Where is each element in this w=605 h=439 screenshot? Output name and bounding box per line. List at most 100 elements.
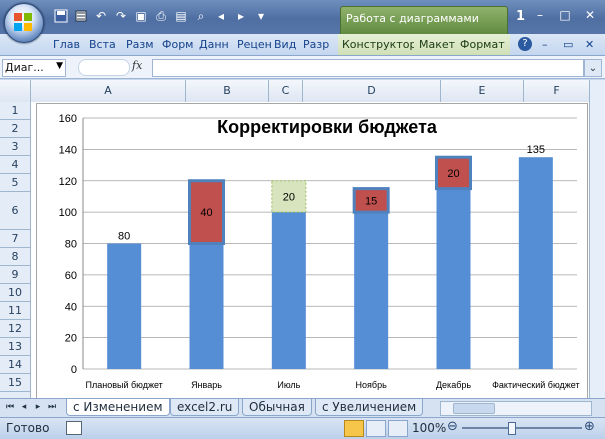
status-bar: Готово 100% ⊖ ⊕ [0,417,605,439]
bar [518,157,553,369]
tab-format[interactable]: Формат [460,34,508,55]
horizontal-scrollbar[interactable] [440,401,592,416]
tab-developer[interactable]: Разр [303,34,335,55]
row-header[interactable]: 14 [0,356,30,374]
bar [107,243,142,369]
restore-button[interactable]: □ [553,6,577,24]
print-icon[interactable]: ⎙ [152,7,170,25]
row-header[interactable]: 9 [0,266,30,284]
x-tick-label: Фактический бюджет [492,380,580,390]
tab-review[interactable]: Рецен [237,34,271,55]
bar [189,243,224,369]
forward-icon[interactable]: ▸ [232,7,250,25]
normal-view-icon[interactable] [344,420,364,437]
y-tick-label: 160 [59,113,77,125]
formula-controls: fx [70,59,150,76]
close-button[interactable]: ✕ [578,6,602,24]
chart-area[interactable]: 0 20 40 60 80 100 120 140 160 Корректировки бюдже… [36,103,588,399]
minimize-button[interactable]: – [528,6,552,24]
qat-more-icon[interactable]: ▾ [252,7,270,25]
zoom-slider-thumb[interactable] [508,422,516,435]
tab-layout[interactable]: Разм [126,34,158,55]
prev-sheet-icon[interactable]: ◂ [18,400,30,414]
quick-style-icon[interactable] [72,7,90,25]
formula-input[interactable] [152,59,584,77]
chart-title: Корректировки бюджета [217,117,438,137]
column-header-f[interactable]: F [524,80,589,102]
tab-chart-layout[interactable]: Макет [419,34,455,55]
row-header[interactable]: 2 [0,120,30,138]
ribbon-close-icon[interactable]: ✕ [585,34,594,55]
sheet-tab[interactable]: с Увеличением [315,399,424,416]
tab-formulas[interactable]: Форм [162,34,194,55]
data-label: 20 [447,168,459,180]
zoom-out-icon[interactable]: ⊖ [447,419,458,434]
y-tick-label: 140 [59,144,77,156]
help-icon[interactable]: ? [518,37,532,51]
column-header-b[interactable]: B [186,80,269,102]
window-number: 1 [516,9,526,24]
name-box[interactable]: Диаг... ▼ [2,59,66,77]
column-header-c[interactable]: C [269,80,303,102]
x-tick-label: Плановый бюджет [86,380,163,390]
y-tick-label: 40 [65,301,77,313]
row-header[interactable]: 3 [0,138,30,156]
row-header[interactable]: 1 [0,102,30,120]
tab-view[interactable]: Вид [274,34,298,55]
row-header[interactable]: 5 [0,174,30,192]
preview-icon[interactable]: ⌕ [192,7,210,25]
ribbon-restore-icon[interactable]: ▭ [563,34,573,55]
row-header[interactable]: 7 [0,230,30,248]
fx-icon[interactable]: fx [132,59,142,72]
row-header[interactable]: 6 [0,192,30,230]
page-layout-view-icon[interactable] [366,420,386,437]
column-header-e[interactable]: E [441,80,524,102]
y-tick-label: 20 [65,333,77,345]
sheet-tab-active[interactable]: с Изменением [66,399,170,416]
tab-home[interactable]: Глав [53,34,87,55]
macro-record-icon[interactable] [66,421,82,435]
tab-design[interactable]: Конструктор [342,34,414,55]
row-header[interactable]: 13 [0,338,30,356]
fill-icon[interactable]: ▣ [132,7,150,25]
next-sheet-icon[interactable]: ▸ [32,400,44,414]
sheet-tab[interactable]: excel2.ru [170,399,240,416]
formula-expand-icon[interactable]: ⌄ [584,59,602,77]
y-tick-label: 60 [65,270,77,282]
row-header[interactable]: 11 [0,302,30,320]
y-tick-label: 80 [65,239,77,251]
bar [271,212,306,369]
row-header[interactable]: 4 [0,156,30,174]
column-header-d[interactable]: D [303,80,441,102]
tab-data[interactable]: Данн [199,34,233,55]
page-break-view-icon[interactable] [388,420,408,437]
ribbon-minimize-icon[interactable]: – [542,34,548,55]
last-sheet-icon[interactable]: ⏭ [46,400,58,414]
tab-insert[interactable]: Вста [89,34,121,55]
row-header[interactable]: 10 [0,284,30,302]
quick-access-toolbar: ↶ ↷ ▣ ⎙ ▤ ⌕ ◂ ▸ ▾ [52,6,270,26]
page-icon[interactable]: ▤ [172,7,190,25]
save-icon[interactable] [52,7,70,25]
redo-icon[interactable]: ↷ [112,7,130,25]
context-title: Работа с диаграммами [346,12,479,25]
back-icon[interactable]: ◂ [212,7,230,25]
row-header[interactable]: 8 [0,248,30,266]
row-header[interactable]: 15 [0,374,30,392]
zoom-in-icon[interactable]: ⊕ [584,419,595,434]
data-label: 20 [283,191,295,203]
sheet-tab[interactable]: Обычная [242,399,312,416]
x-tick-label: Декабрь [436,380,471,390]
first-sheet-icon[interactable]: ⏮ [4,400,16,414]
undo-icon[interactable]: ↶ [92,7,110,25]
select-all-corner[interactable] [0,80,31,102]
formula-cancel-enter [78,59,130,76]
vertical-scrollbar[interactable] [589,80,605,398]
row-header[interactable]: 12 [0,320,30,338]
name-box-dropdown-icon[interactable]: ▼ [56,61,63,71]
zoom-level[interactable]: 100% [412,421,446,435]
column-header-a[interactable]: A [31,80,186,102]
horizontal-scroll-thumb[interactable] [453,403,495,414]
zoom-slider[interactable] [462,427,582,429]
data-label: 15 [365,195,377,207]
